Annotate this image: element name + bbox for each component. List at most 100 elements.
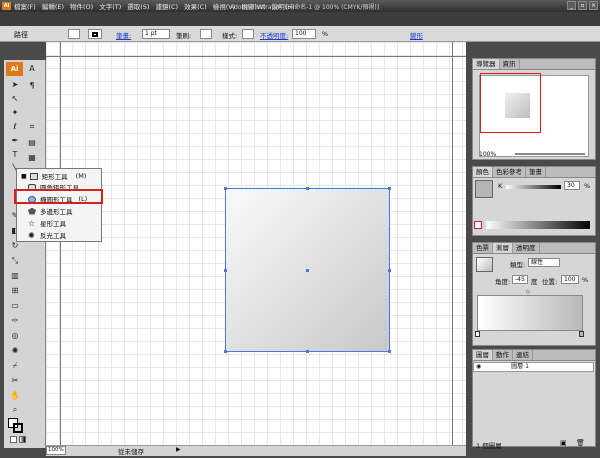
zoom-icon[interactable]: ⌕ bbox=[9, 404, 21, 415]
handle-top-right[interactable] bbox=[388, 187, 391, 190]
tab-stroke[interactable]: 筆畫 bbox=[526, 167, 546, 177]
tab-layers[interactable]: 圖層 bbox=[473, 350, 493, 360]
stroke-color-icon[interactable] bbox=[13, 423, 23, 433]
location-field[interactable]: 100 bbox=[561, 275, 579, 284]
menu-effect[interactable]: 效果(C) bbox=[184, 1, 207, 11]
k-slider[interactable] bbox=[506, 185, 561, 189]
paragraph-icon[interactable]: ¶ bbox=[26, 80, 38, 91]
trash-icon[interactable]: 🗑 bbox=[576, 439, 585, 447]
stroke-label[interactable]: 筆畫: bbox=[116, 30, 131, 40]
zoom-field[interactable]: 100% bbox=[46, 446, 66, 455]
opacity-field[interactable]: 100 bbox=[292, 29, 316, 39]
handle-bottom-left[interactable] bbox=[224, 350, 227, 353]
stroke-weight-field[interactable]: 1 pt bbox=[142, 29, 170, 39]
scale-icon[interactable]: ⤡ bbox=[9, 255, 21, 266]
graph-tool-icon[interactable]: ▥ bbox=[9, 270, 21, 281]
blend-icon[interactable]: ◎ bbox=[9, 330, 21, 341]
layer-row[interactable]: ◉ 圖層 1 bbox=[473, 362, 594, 372]
gradient-tool-icon[interactable]: ▭ bbox=[9, 300, 21, 311]
handle-top-left[interactable] bbox=[224, 187, 227, 190]
selection-tool-icon[interactable]: ➤ bbox=[9, 79, 21, 90]
none-swatch-icon[interactable] bbox=[474, 221, 482, 229]
handle-middle-left[interactable] bbox=[224, 269, 227, 272]
navigator-zoom-slider[interactable] bbox=[515, 153, 585, 155]
ai-logo-icon: Ai bbox=[6, 62, 23, 76]
gradient-slider[interactable] bbox=[477, 295, 583, 331]
handle-bottom-middle[interactable] bbox=[306, 350, 309, 353]
gradient-tabs: 色票 漸層 透明度 bbox=[473, 243, 595, 254]
fill-swatch[interactable] bbox=[68, 29, 80, 39]
text-tool-icon[interactable]: T bbox=[9, 149, 21, 160]
menu-object[interactable]: 物件(O) bbox=[70, 1, 93, 11]
navigator-tabs: 導覽器 資訊 bbox=[473, 59, 595, 70]
eye-icon[interactable]: ◉ bbox=[476, 363, 481, 370]
navigator-zoom[interactable]: 100% bbox=[479, 151, 496, 158]
mesh-icon[interactable]: ⊞ bbox=[9, 285, 21, 296]
tab-links[interactable]: 連結 bbox=[513, 350, 533, 360]
menu-file[interactable]: 檔案(F) bbox=[14, 1, 36, 11]
location-label: 位置: bbox=[542, 278, 558, 286]
status-arrow-icon[interactable]: ▶ bbox=[176, 446, 181, 453]
artboard-top-edge bbox=[46, 56, 466, 57]
tab-color[interactable]: 顏色 bbox=[473, 167, 493, 177]
flyout-polygon-tool[interactable]: 多邊形工具 bbox=[28, 206, 73, 216]
flyout-flare-tool[interactable]: ✺ 反光工具 bbox=[28, 230, 66, 240]
gradient-swatch[interactable] bbox=[476, 257, 493, 272]
tab-gradient[interactable]: 漸層 bbox=[493, 243, 513, 253]
menu-type[interactable]: 文字(T) bbox=[99, 1, 121, 11]
handle-bottom-right[interactable] bbox=[388, 350, 391, 353]
page-tiling-edge bbox=[452, 42, 453, 445]
slice-icon[interactable]: ⌿ bbox=[9, 360, 21, 371]
stroke-swatch[interactable] bbox=[88, 29, 102, 39]
menu-select[interactable]: 選取(S) bbox=[127, 1, 149, 11]
color-spectrum[interactable] bbox=[486, 221, 590, 229]
angle-field[interactable]: -45 bbox=[512, 275, 528, 284]
minimize-button[interactable]: _ bbox=[567, 1, 576, 10]
tab-info[interactable]: 資訊 bbox=[500, 59, 520, 69]
menu-filter[interactable]: 濾鏡(C) bbox=[155, 1, 178, 11]
maximize-button[interactable]: ▫ bbox=[578, 1, 587, 10]
gradient-stop-left[interactable] bbox=[475, 331, 480, 337]
tab-color-guide[interactable]: 色彩參考 bbox=[493, 167, 526, 177]
close-button[interactable]: × bbox=[589, 1, 598, 10]
align-icon[interactable]: ▤ bbox=[26, 137, 38, 148]
crop-icon[interactable]: ⌗ bbox=[26, 121, 38, 132]
tab-swatches[interactable]: 色票 bbox=[473, 243, 493, 253]
lasso-icon[interactable]: ℓ bbox=[9, 121, 21, 132]
style-picker[interactable] bbox=[242, 29, 254, 39]
pen-tool-icon[interactable]: ✒ bbox=[9, 135, 21, 146]
brush-picker[interactable] bbox=[200, 29, 212, 39]
transform-link[interactable]: 變形 bbox=[410, 30, 423, 40]
gradient-type-select[interactable]: 線性 bbox=[528, 258, 560, 267]
window-title: Adobe Illustrator - [未命名-1 @ 100% (CMYK/… bbox=[230, 4, 380, 11]
center-point bbox=[306, 269, 309, 272]
gradient-stop-right[interactable] bbox=[579, 331, 584, 337]
tab-navigator[interactable]: 導覽器 bbox=[473, 59, 500, 69]
handle-top-middle[interactable] bbox=[306, 187, 309, 190]
hand-icon[interactable]: ✋ bbox=[9, 390, 21, 401]
opacity-label[interactable]: 不透明度: bbox=[260, 30, 288, 40]
symbol-sprayer-icon[interactable]: ✺ bbox=[9, 345, 21, 356]
flyout-star-tool[interactable]: ☆ 星形工具 bbox=[28, 218, 66, 228]
direct-select-icon[interactable]: ↖ bbox=[9, 93, 21, 104]
layer-count: 1 個圖層 bbox=[476, 442, 502, 450]
k-value-field[interactable]: 30 bbox=[564, 181, 580, 190]
new-layer-icon[interactable]: ▣ bbox=[560, 439, 567, 447]
type-tool-icon[interactable]: A bbox=[26, 63, 38, 74]
tab-transparency[interactable]: 透明度 bbox=[513, 243, 540, 253]
scissors-icon[interactable]: ✂ bbox=[9, 375, 21, 386]
tab-actions[interactable]: 動作 bbox=[493, 350, 513, 360]
handle-middle-right[interactable] bbox=[388, 269, 391, 272]
magic-wand-icon[interactable]: ✦ bbox=[9, 107, 21, 118]
gradient-mode-icon[interactable] bbox=[19, 436, 26, 443]
opacity-unit: % bbox=[322, 30, 329, 38]
color-fill-swatch[interactable] bbox=[475, 180, 493, 198]
eyedropper-icon[interactable]: ✑ bbox=[9, 315, 21, 326]
menu-edit[interactable]: 編輯(E) bbox=[42, 1, 64, 11]
gradient-type-label: 類型: bbox=[510, 261, 526, 269]
color-mode-icon[interactable] bbox=[10, 436, 17, 443]
flyout-rectangle-tool[interactable]: ■ 矩形工具 (M) bbox=[21, 171, 86, 181]
transform-icon[interactable]: ▦ bbox=[26, 152, 38, 163]
flyout-shortcut: (M) bbox=[75, 172, 87, 180]
status-text: 從未儲存 bbox=[118, 448, 144, 456]
